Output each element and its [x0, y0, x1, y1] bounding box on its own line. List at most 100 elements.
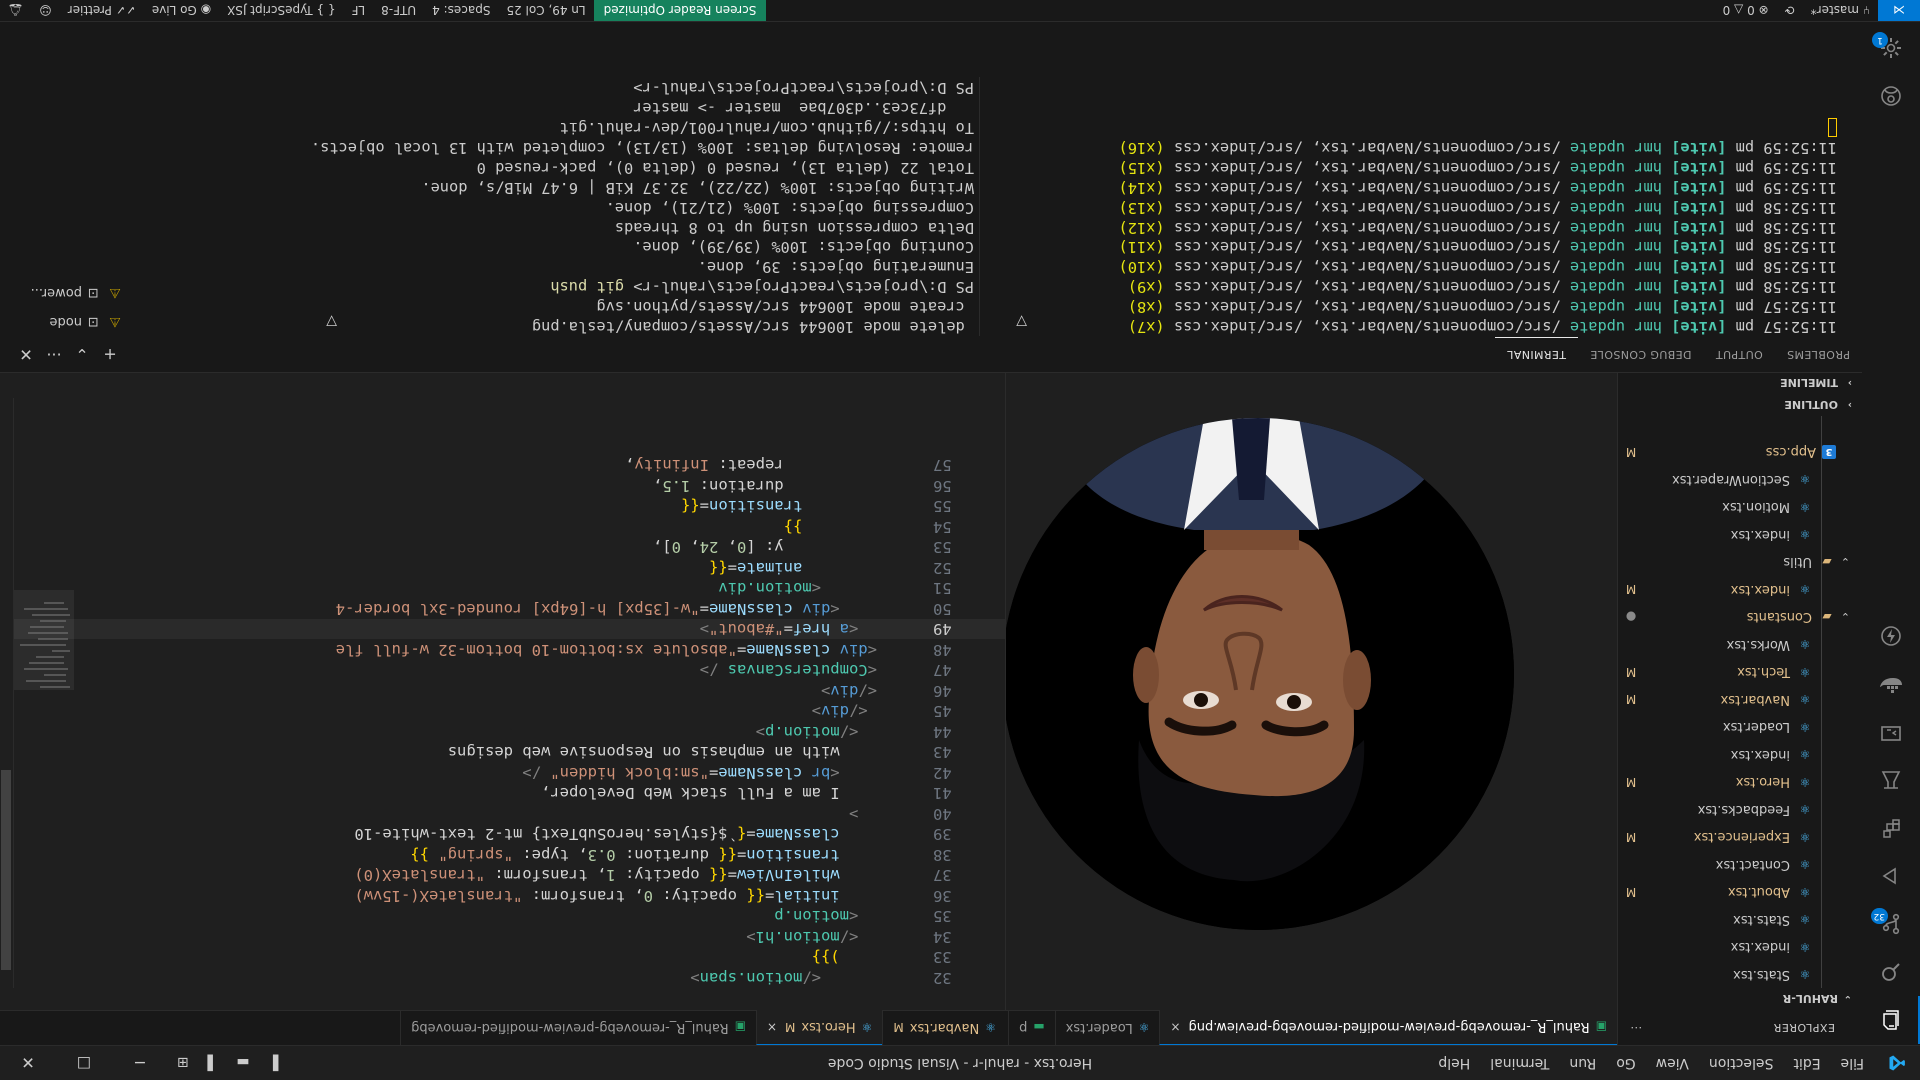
remote-indicator-icon[interactable]: ⋊: [1878, 0, 1920, 22]
screen-reader-status[interactable]: Screen Reader Optimized: [593, 0, 767, 21]
menu-terminal[interactable]: Terminal: [1480, 1046, 1559, 1080]
code-line[interactable]: 52 animate={{: [0, 558, 1005, 579]
branch-indicator[interactable]: ⑂ master*: [1803, 4, 1878, 18]
minimap[interactable]: [14, 398, 74, 988]
tree-item[interactable]: ⚛ Navbar.tsx M: [1618, 686, 1862, 714]
tree-item[interactable]: ⚛ Contact.tsx: [1618, 851, 1862, 879]
code-line[interactable]: 39 className={`${styles.heroSubText} mt-…: [0, 824, 1005, 845]
code-editor[interactable]: 32 </motion.span> 33 )}} 34 </motion.h1> 35…: [0, 373, 1006, 1010]
tree-item[interactable]: ⚛ Stats.tsx: [1618, 961, 1862, 989]
more-actions-icon[interactable]: ···: [40, 345, 68, 364]
tree-item[interactable]: ⚛ Loader.tsx: [1618, 713, 1862, 741]
terminal-tab[interactable]: ⚠ ⊡ power...: [0, 278, 126, 307]
terminal-powershell[interactable]: delete mode 100644 src/Assets/company/te…: [200, 77, 980, 336]
editor-tab[interactable]: ▣ Rahul_R_-removebg-preview-modified-remo…: [400, 1010, 756, 1045]
prettier-status[interactable]: ✓✓ Prettier: [60, 3, 144, 17]
tree-item[interactable]: ⚛ Hero.tsx M: [1618, 768, 1862, 796]
tree-item[interactable]: ⚛ Works.tsx: [1618, 631, 1862, 659]
code-line[interactable]: 45 </div>: [0, 701, 1005, 722]
manage-gear-icon[interactable]: 1: [1862, 24, 1920, 72]
remote-explorer-icon[interactable]: [1862, 708, 1920, 756]
tree-item[interactable]: ⌄ ▰ Utils: [1618, 548, 1862, 576]
menu-run[interactable]: Run: [1559, 1046, 1606, 1080]
panel-tab-problems[interactable]: PROBLEMS: [1775, 337, 1862, 372]
code-line[interactable]: 40 >: [0, 804, 1005, 825]
panel-tab-output[interactable]: OUTPUT: [1704, 337, 1775, 372]
toggle-primary-sidebar-icon[interactable]: ▌: [258, 1055, 288, 1071]
minimize-button[interactable]: ─: [112, 1053, 168, 1072]
toggle-panel-icon[interactable]: ▬: [228, 1055, 258, 1071]
terminal-vite[interactable]: 11:52:57 pm [vite] hmr update /src/compo…: [1017, 117, 1837, 336]
code-line[interactable]: 34 </motion.h1>: [0, 927, 1005, 948]
code-line[interactable]: 44 </motion.p>: [0, 722, 1005, 743]
end-of-line[interactable]: LF: [344, 3, 374, 17]
menu-edit[interactable]: Edit: [1783, 1046, 1830, 1080]
go-live-button[interactable]: ◉ Go Live: [144, 3, 219, 17]
menu-view[interactable]: View: [1646, 1046, 1699, 1080]
code-line[interactable]: 55 transition={{: [0, 496, 1005, 517]
scrollbar-thumb[interactable]: [1, 770, 11, 970]
close-tab-icon[interactable]: ×: [1170, 1020, 1180, 1034]
code-line[interactable]: 42 <br className="sm:block hidden" />: [0, 763, 1005, 784]
encoding[interactable]: UTF-8: [373, 3, 424, 17]
close-window-button[interactable]: ✕: [0, 1053, 56, 1072]
extensions-icon[interactable]: [1862, 804, 1920, 852]
indentation[interactable]: Spaces: 4: [424, 3, 498, 17]
editor-scrollbar[interactable]: [0, 398, 14, 988]
source-control-icon[interactable]: 32: [1862, 900, 1920, 948]
tree-item[interactable]: ⚛ Stats.tsx: [1618, 906, 1862, 934]
tree-item[interactable]: ⚛ Tech.tsx M: [1618, 658, 1862, 686]
feedback-icon[interactable]: ☺: [31, 3, 60, 17]
menu-selection[interactable]: Selection: [1699, 1046, 1784, 1080]
customize-layout-icon[interactable]: ⊞: [168, 1055, 198, 1071]
code-line[interactable]: 46 </div>: [0, 681, 1005, 702]
close-tab-icon[interactable]: ×: [767, 1020, 777, 1034]
tree-item[interactable]: ⚛ Experience.tsx M: [1618, 823, 1862, 851]
panel-tab-debug-console[interactable]: DEBUG CONSOLE: [1578, 337, 1704, 372]
sync-icon[interactable]: ⟳: [1777, 4, 1803, 18]
docker-icon[interactable]: [1862, 660, 1920, 708]
tree-item[interactable]: ⌄ ▰ Constants ●: [1618, 603, 1862, 631]
menu-file[interactable]: File: [1831, 1046, 1874, 1080]
toggle-secondary-sidebar-icon[interactable]: ▐: [198, 1055, 228, 1071]
search-icon[interactable]: [1862, 948, 1920, 996]
tree-item[interactable]: ⚛ Feedbacks.tsx: [1618, 796, 1862, 824]
editor-tab[interactable]: ▣ Rahul_R_-removebg-preview-modified-remo…: [1159, 1010, 1617, 1045]
menu-help[interactable]: Help: [1428, 1046, 1480, 1080]
maximize-button[interactable]: ☐: [56, 1053, 112, 1072]
editor-tab[interactable]: ⚛ Loader.tsx: [1054, 1010, 1160, 1045]
section-outline[interactable]: › OUTLINE: [1618, 394, 1862, 416]
thunder-client-icon[interactable]: [1862, 612, 1920, 660]
editor-tab[interactable]: ⚛ Hero.tsx M ×: [755, 1010, 883, 1045]
code-line[interactable]: 35 <motion.p: [0, 906, 1005, 927]
code-line[interactable]: 41 I am a Full stack Web Developer,: [0, 783, 1005, 804]
testing-icon[interactable]: [1862, 756, 1920, 804]
editor-tab[interactable]: ⚛ Navbar.tsx M: [882, 1010, 1006, 1045]
code-line[interactable]: 56 duration: 1.5,: [0, 476, 1005, 497]
code-line[interactable]: 47 <ComputersCanvas />: [0, 660, 1005, 681]
language-mode[interactable]: { } TypeScript JSX: [219, 3, 343, 17]
close-panel-icon[interactable]: ✕: [12, 345, 40, 364]
editor-tab[interactable]: ▬ p: [1008, 1010, 1055, 1045]
code-line[interactable]: 51 <motion.div: [0, 578, 1005, 599]
menu-go[interactable]: Go: [1606, 1046, 1645, 1080]
code-line[interactable]: 33 )}}: [0, 947, 1005, 968]
section-timeline[interactable]: › TIMELINE: [1618, 372, 1862, 394]
workspace-root[interactable]: ⌄ RAHUL-R: [1618, 988, 1862, 1010]
code-line[interactable]: 43 with an emphasis on Responsive web de…: [0, 742, 1005, 763]
code-line[interactable]: 49 <a href="#about">: [0, 619, 1005, 640]
tree-item[interactable]: ⚛ Motion.tsx: [1618, 493, 1862, 521]
chevron-down-icon[interactable]: ⌄: [68, 345, 96, 364]
tree-item[interactable]: ⚛ index.tsx: [1618, 521, 1862, 549]
problems-indicator[interactable]: ⊗ 0 △ 0: [1715, 4, 1777, 18]
tree-item[interactable]: ⚛ index.tsx: [1618, 933, 1862, 961]
code-line[interactable]: 36 initial={{ opacity: 0, transform: "tr…: [0, 886, 1005, 907]
new-terminal-icon[interactable]: +: [96, 345, 124, 364]
tree-item[interactable]: ⚛ index.tsx: [1618, 741, 1862, 769]
scroll-down-icon[interactable]: ▽: [1016, 313, 1027, 329]
run-debug-icon[interactable]: [1862, 852, 1920, 900]
code-line[interactable]: 57 repeat: Infinity,: [0, 455, 1005, 476]
code-lines[interactable]: 32 </motion.span> 33 )}} 34 </motion.h1> 35…: [0, 398, 1005, 988]
code-line[interactable]: 32 </motion.span>: [0, 968, 1005, 989]
terminal-tab[interactable]: ⚠ ⊡ node: [0, 307, 126, 336]
